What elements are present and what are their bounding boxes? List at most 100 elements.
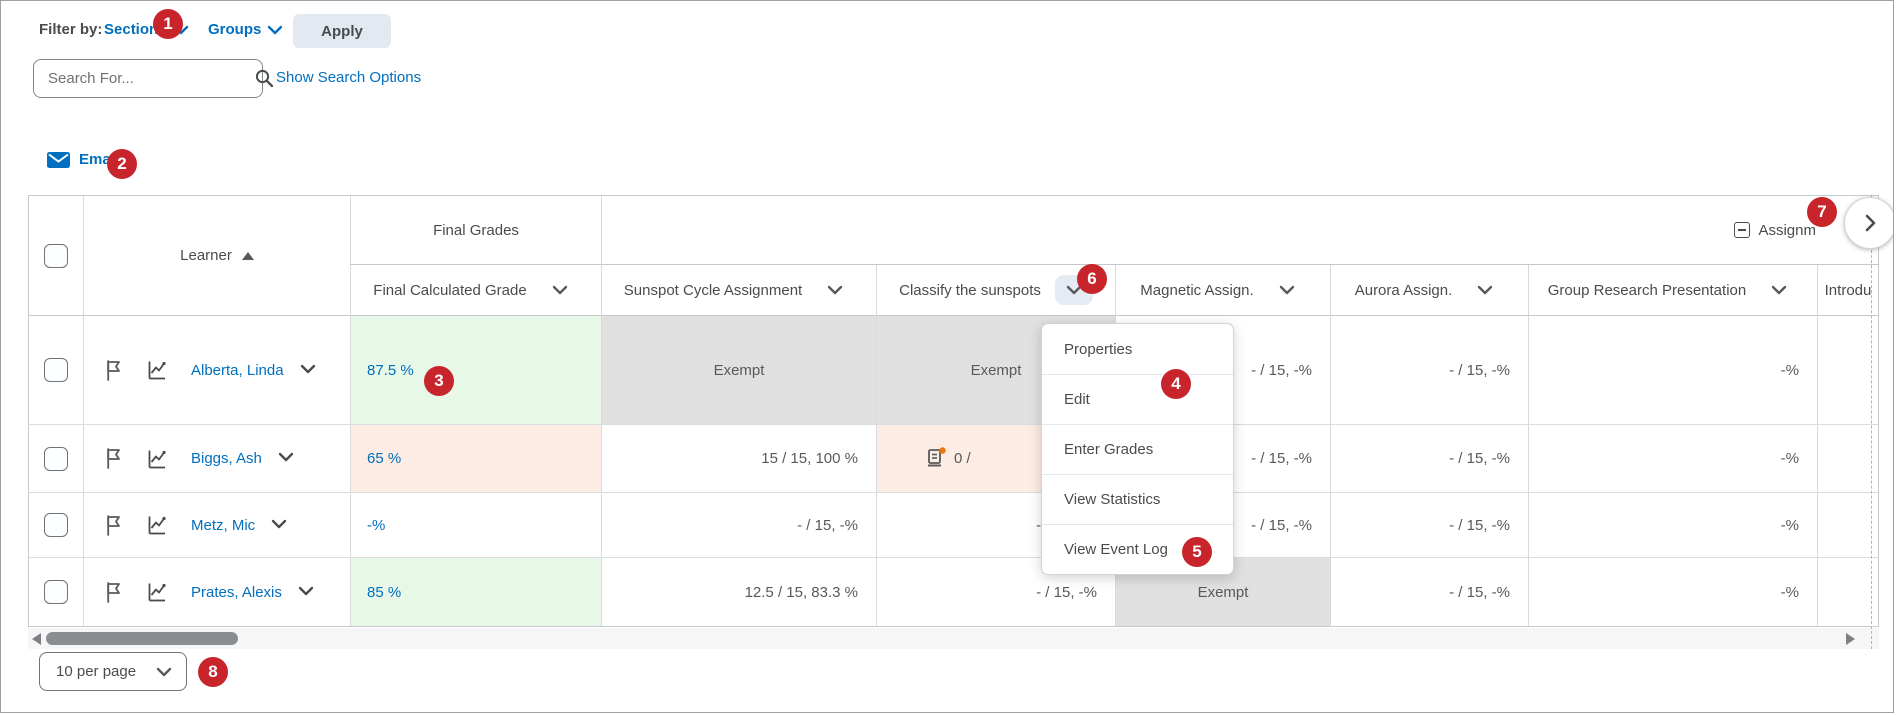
chevron-down-icon[interactable] <box>278 451 294 463</box>
chevron-down-icon[interactable] <box>267 24 283 36</box>
row-checkbox[interactable] <box>44 358 68 382</box>
column-divider-dashed <box>1871 195 1872 649</box>
grade-events-chart-icon[interactable] <box>147 360 167 380</box>
menu-item-edit[interactable]: Edit <box>1042 374 1233 424</box>
horizontal-scrollbar[interactable] <box>28 628 1879 649</box>
column-header-final-calculated-grade: Final Calculated Grade <box>350 265 601 316</box>
collapse-assignments-button[interactable]: Assignm <box>1734 222 1816 239</box>
callout-badge-6: 6 <box>1077 264 1107 294</box>
grade-value: Exempt <box>971 362 1022 379</box>
search-box <box>33 59 263 98</box>
row-checkbox[interactable] <box>44 580 68 604</box>
column-menu-button[interactable] <box>1268 275 1306 305</box>
chevron-down-icon[interactable] <box>300 363 316 375</box>
chevron-down-icon[interactable] <box>271 518 287 530</box>
grade-value: - / 15, -% <box>797 517 858 534</box>
scrollbar-thumb[interactable] <box>46 632 238 645</box>
grade-value: - / 15, -% <box>1251 362 1312 379</box>
chevron-down-icon[interactable] <box>827 284 843 296</box>
flag-button[interactable] <box>106 515 121 536</box>
learner-menu-button[interactable] <box>271 517 287 534</box>
grade-events-button[interactable] <box>147 360 167 380</box>
sort-ascending-icon <box>242 252 254 260</box>
column-menu-button[interactable] <box>1760 275 1798 305</box>
final-grade-link[interactable]: -% <box>367 517 385 534</box>
learner-name-link[interactable]: Alberta, Linda <box>191 362 284 379</box>
row-checkbox[interactable] <box>44 513 68 537</box>
flag-icon[interactable] <box>106 448 121 469</box>
column-menu-button[interactable] <box>541 275 579 305</box>
learner-column-header[interactable]: Learner <box>83 196 350 316</box>
feedback-doc-icon[interactable] <box>927 447 946 467</box>
grade-cell: -% <box>1528 493 1817 558</box>
chevron-down-icon[interactable] <box>1279 284 1295 296</box>
learner-menu-button[interactable] <box>300 362 316 379</box>
chevron-right-icon <box>1864 214 1877 232</box>
menu-item-enter-grades[interactable]: Enter Grades <box>1042 424 1233 474</box>
learner-menu-button[interactable] <box>298 584 314 601</box>
learner-cell: Metz, Mic <box>83 493 350 558</box>
grade-value: -% <box>1781 517 1799 534</box>
filter-groups-dropdown[interactable]: Groups <box>208 21 283 38</box>
grade-value: - / 15, -% <box>1251 517 1312 534</box>
chevron-down-icon[interactable] <box>1771 284 1787 296</box>
learner-name-link[interactable]: Metz, Mic <box>191 517 255 534</box>
final-grade-link[interactable]: 65 % <box>367 450 401 467</box>
column-header-label: Classify the sunspots <box>899 282 1041 299</box>
scroll-columns-right-button[interactable] <box>1844 197 1894 249</box>
chevron-down-icon[interactable] <box>1477 284 1493 296</box>
scrollbar-left-arrow-icon[interactable] <box>32 633 41 645</box>
grade-value: - / 15, -% <box>1036 584 1097 601</box>
chevron-down-icon[interactable] <box>552 284 568 296</box>
grade-value: 0 / <box>954 450 971 467</box>
flag-button[interactable] <box>106 582 121 603</box>
grade-cell: - / 15, -% <box>1330 425 1528 493</box>
callout-badge-2: 2 <box>107 149 137 179</box>
learner-name-link[interactable]: Prates, Alexis <box>191 584 282 601</box>
flag-button[interactable] <box>106 360 121 381</box>
per-page-label: 10 per page <box>56 663 136 680</box>
grade-events-chart-icon[interactable] <box>147 449 167 469</box>
grade-events-button[interactable] <box>147 449 167 469</box>
learner-menu-button[interactable] <box>278 450 294 467</box>
per-page-select[interactable]: 10 per page <box>39 652 187 691</box>
grade-value: - / 15, -% <box>1251 450 1312 467</box>
final-grade-cell: -% <box>350 493 601 558</box>
menu-item-view-statistics[interactable]: View Statistics <box>1042 474 1233 524</box>
scrollbar-right-arrow-icon[interactable] <box>1846 633 1855 645</box>
chevron-down-icon[interactable] <box>298 585 314 597</box>
search-button[interactable] <box>255 61 274 97</box>
final-grade-link[interactable]: 87.5 % <box>367 362 414 379</box>
flag-icon[interactable] <box>106 360 121 381</box>
grade-events-button[interactable] <box>147 515 167 535</box>
grade-cell: Exempt <box>601 316 876 425</box>
row-select-cell <box>29 316 83 425</box>
grade-cell: - / 15, -% <box>601 493 876 558</box>
search-input[interactable] <box>34 70 255 87</box>
assignments-group-header: Assignm <box>601 196 1878 265</box>
flag-icon[interactable] <box>106 515 121 536</box>
grade-events-chart-icon[interactable] <box>147 515 167 535</box>
grade-cell <box>1817 316 1878 425</box>
column-menu-button[interactable] <box>816 275 854 305</box>
final-grade-link[interactable]: 85 % <box>367 584 401 601</box>
groups-link[interactable]: Groups <box>208 21 261 38</box>
menu-item-properties[interactable]: Properties <box>1042 324 1233 374</box>
flag-button[interactable] <box>106 448 121 469</box>
row-select-cell <box>29 425 83 493</box>
flag-icon[interactable] <box>106 582 121 603</box>
apply-button[interactable]: Apply <box>293 14 391 48</box>
column-context-menu: PropertiesEditEnter GradesView Statistic… <box>1041 323 1234 575</box>
learner-name-link[interactable]: Biggs, Ash <box>191 450 262 467</box>
column-header-aurora-assign-: Aurora Assign. <box>1330 265 1528 316</box>
grade-cell: -% <box>1528 425 1817 493</box>
select-all-checkbox[interactable] <box>44 244 68 268</box>
show-search-options-link[interactable]: Show Search Options <box>276 69 421 86</box>
grade-cell: 12.5 / 15, 83.3 % <box>601 558 876 626</box>
grade-events-chart-icon[interactable] <box>147 582 167 602</box>
row-checkbox[interactable] <box>44 447 68 471</box>
column-menu-button[interactable] <box>1466 275 1504 305</box>
grade-value: - / 15, -% <box>1449 517 1510 534</box>
learner-cell: Biggs, Ash <box>83 425 350 493</box>
grade-events-button[interactable] <box>147 582 167 602</box>
